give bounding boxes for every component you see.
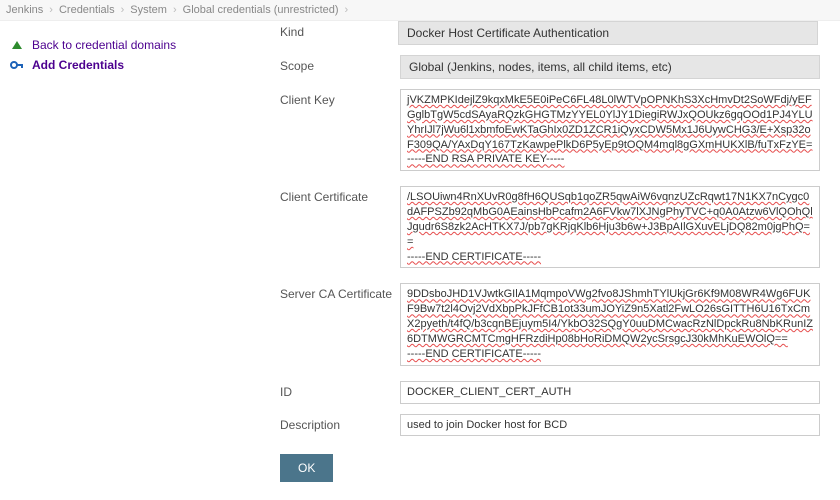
sidebar-back-link[interactable]: Back to credential domains [10,35,270,55]
breadcrumb-system[interactable]: System [130,4,167,16]
credential-form: Kind Docker Host Certificate Authenticat… [280,21,840,499]
chevron-right-icon: › [121,4,125,16]
breadcrumb: Jenkins › Credentials › System › Global … [0,0,840,21]
server-ca-label: Server CA Certificate [280,283,400,301]
client-cert-textarea[interactable] [400,186,820,268]
sidebar-back-label: Back to credential domains [32,38,176,52]
scope-label: Scope [280,55,400,73]
scope-select[interactable]: Global (Jenkins, nodes, items, all child… [400,55,820,79]
description-label: Description [280,414,400,432]
client-key-textarea[interactable] [400,89,820,171]
sidebar-add-credentials[interactable]: Add Credentials [10,55,270,75]
key-icon [10,58,24,72]
kind-label: Kind [280,21,400,39]
chevron-right-icon: › [345,4,349,16]
client-key-label: Client Key [280,89,400,107]
breadcrumb-credentials[interactable]: Credentials [59,4,115,16]
chevron-right-icon: › [49,4,53,16]
sidebar-add-label: Add Credentials [32,58,124,72]
client-cert-label: Client Certificate [280,186,400,204]
server-ca-textarea[interactable] [400,283,820,365]
ok-button[interactable]: OK [280,454,333,482]
id-label: ID [280,381,400,399]
chevron-right-icon: › [173,4,177,16]
kind-select[interactable]: Docker Host Certificate Authentication [398,21,818,45]
sidebar: Back to credential domains Add Credentia… [0,21,280,499]
description-input[interactable] [400,414,820,437]
breadcrumb-global[interactable]: Global credentials (unrestricted) [183,4,339,16]
arrow-up-icon [10,38,24,52]
id-input[interactable] [400,381,820,404]
breadcrumb-jenkins[interactable]: Jenkins [6,4,43,16]
